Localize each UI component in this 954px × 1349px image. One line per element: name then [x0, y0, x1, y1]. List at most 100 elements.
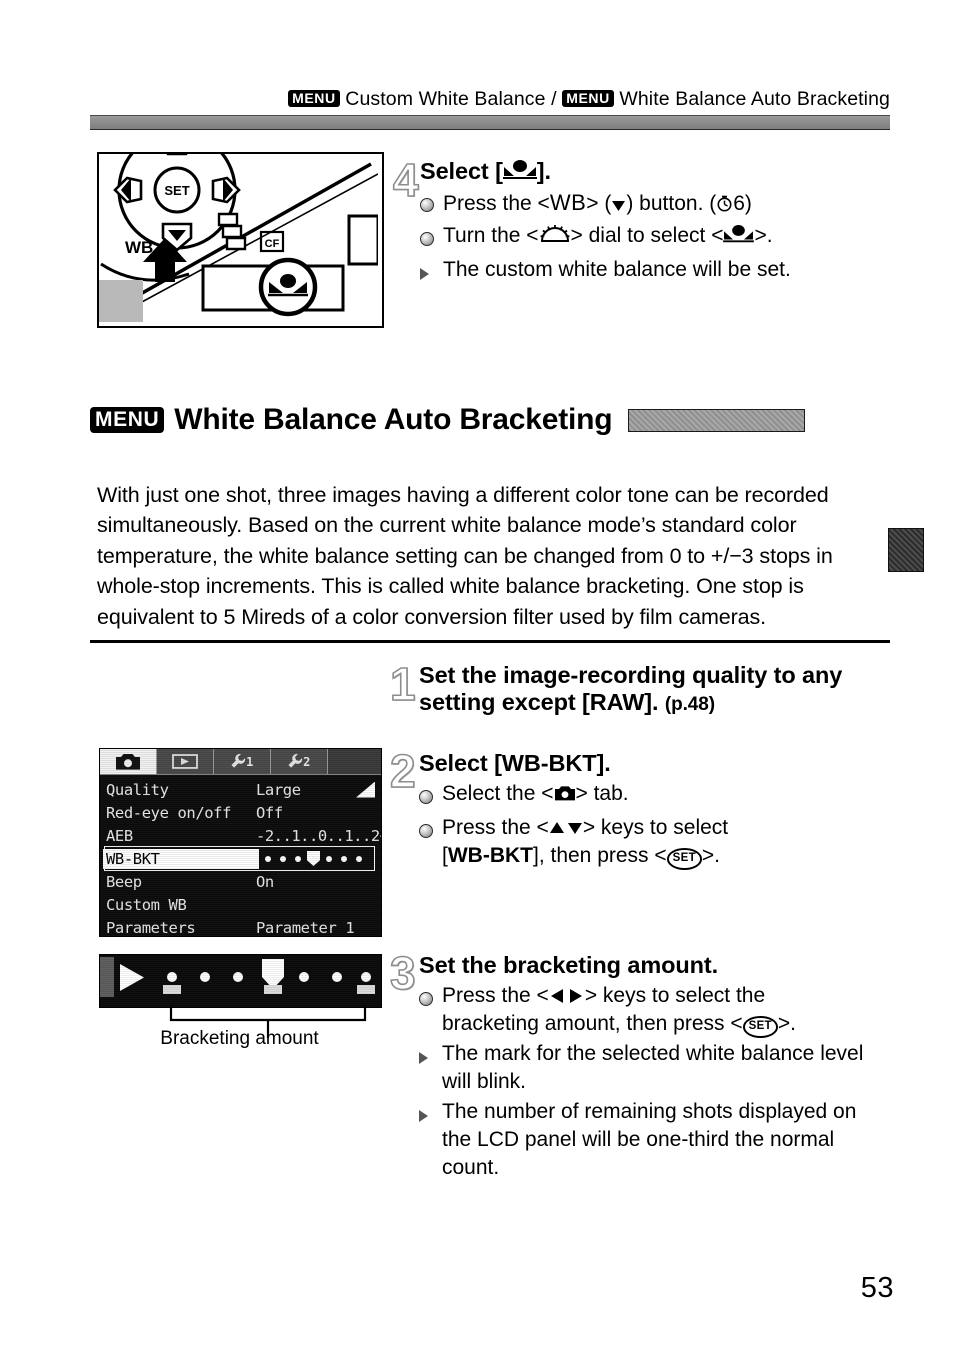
section-decorative-bar	[628, 408, 806, 432]
left-right-arrows-icon	[550, 989, 582, 1004]
lcd-tab-setup1[interactable]: 1	[214, 749, 271, 774]
lcd-tab-playback[interactable]	[157, 749, 214, 774]
step-1-number: 1	[389, 658, 416, 710]
step-3-bullets: Press the < > keys to select the bracketin…	[419, 982, 889, 1181]
step-2-bullet-2: Press the < > keys to select [WB-BKT], the…	[419, 814, 889, 870]
step-4-bullet-3-text: The custom white balance will be set.	[443, 258, 791, 282]
lcd-row-quality[interactable]: Quality Large	[100, 778, 381, 801]
menu-badge-icon-3: MENU	[90, 407, 165, 433]
step-3-bullet-3: The number of remaining shots displayed …	[419, 1098, 889, 1182]
step-2-bullet-1-text: Select the < > tab.	[442, 782, 629, 806]
step-1-block: Set the image-recording quality to any s…	[419, 662, 889, 717]
lcd-row-customwb[interactable]: Custom WB	[100, 893, 381, 916]
bullet-dot-icon-3	[419, 780, 442, 812]
bracketing-amount-figure	[99, 954, 382, 1008]
wb-label: WB	[125, 238, 153, 257]
intro-paragraph: With just one shot, three images having …	[97, 482, 833, 629]
step-4-bullet-1: Press the <WB> () button. (6)	[420, 188, 890, 220]
horizontal-rule	[90, 640, 890, 643]
down-arrow-icon	[612, 201, 626, 212]
self-timer-icon	[717, 196, 732, 212]
lcd-row-redeye[interactable]: Red-eye on/off Off	[100, 801, 381, 824]
lcd-tab-camera[interactable]	[100, 749, 157, 774]
bullet-dot-icon-4	[419, 814, 442, 846]
step-3-bullet-2: The mark for the selected white balance …	[419, 1040, 889, 1096]
header-rule	[90, 115, 890, 130]
step-3-title: Set the bracketing amount.	[419, 952, 719, 978]
bracketing-grain-overlay	[100, 955, 381, 1007]
step-4-bullet-1-text: Press the <WB> () button. (6)	[443, 190, 752, 216]
lcd-row-quality-label: Quality	[106, 780, 169, 799]
wrench-icon	[231, 753, 246, 768]
step-2-bullet-2-text: Press the < > keys to select [WB-BKT], the…	[442, 814, 889, 870]
main-dial-icon	[539, 225, 570, 243]
lcd-row-aeb[interactable]: AEB -2..1..0..1..2+	[100, 824, 381, 847]
step-4-number: 4	[392, 154, 419, 206]
running-header: MENU Custom White Balance / MENU White B…	[90, 86, 890, 112]
step-4-bullet-2-text: Turn the < > dial to select < >.	[443, 224, 773, 248]
set-button-icon-2: SET	[742, 1016, 778, 1038]
step-4-block: Select []. Press the <WB> () button. (6)…	[420, 158, 890, 288]
lcd-row-quality-value: Large	[256, 780, 301, 799]
lcd-row-parameters[interactable]: Parameters Parameter 1	[100, 916, 381, 937]
lcd-row-parameters-label: Parameters	[106, 918, 196, 937]
margin-index-tab	[888, 528, 924, 572]
lcd-row-beep-label: Beep	[106, 872, 142, 891]
camera-icon	[116, 753, 140, 770]
bullet-triangle-icon	[420, 256, 443, 288]
step-2-title: Select [WB-BKT].	[419, 750, 611, 776]
step-2-number: 2	[389, 745, 416, 797]
manual-page: MENU Custom White Balance / MENU White B…	[0, 0, 954, 1349]
menu-badge-icon-2: MENU	[562, 89, 614, 107]
bullet-triangle-icon-2	[419, 1040, 442, 1072]
step-3-bullet-2-text: The mark for the selected white balance …	[442, 1042, 864, 1094]
step-2-bullet-1: Select the < > tab.	[419, 780, 889, 812]
bracketing-amount-caption: Bracketing amount	[160, 1028, 319, 1049]
lcd-row-parameters-value: Parameter 1	[256, 918, 355, 937]
lcd-row-beep[interactable]: Beep On	[100, 870, 381, 893]
svg-text:CF: CF	[265, 238, 280, 250]
lcd-row-redeye-value: Off	[256, 803, 283, 822]
svg-text:SET: SET	[164, 183, 189, 198]
page-number: 53	[860, 1272, 894, 1304]
step-4-bullet-3: The custom white balance will be set.	[420, 256, 890, 288]
step-3-bullet-1-text: Press the < > keys to select the bracketin…	[442, 982, 889, 1038]
lcd-tab-setup2-label: 2	[303, 754, 311, 769]
step-2-bullets: Select the < > tab. Press the < > keys to …	[419, 780, 889, 870]
lcd-row-aeb-label: AEB	[106, 826, 133, 845]
running-header-text: MENU Custom White Balance / MENU White B…	[288, 88, 890, 111]
camera-tab-icon	[554, 786, 575, 801]
bullet-dot-icon-5	[419, 982, 442, 1014]
lcd-row-redeye-label: Red-eye on/off	[106, 803, 232, 822]
section-title: White Balance Auto Bracketing	[174, 403, 613, 436]
set-button-icon: SET	[666, 848, 702, 870]
lcd-row-beep-value: On	[256, 872, 274, 891]
custom-white-balance-icon-2	[723, 225, 755, 243]
header-separator: /	[551, 87, 557, 110]
illustration-svg: SET WB CF	[99, 154, 378, 322]
playback-icon	[172, 754, 198, 769]
step-2-block: Select [WB-BKT]. Select the < > tab. Pres…	[419, 750, 889, 870]
custom-white-balance-icon	[502, 160, 537, 179]
bullet-dot-icon-2	[420, 222, 443, 254]
step-1-page-ref: (p.48)	[664, 694, 715, 716]
bullet-triangle-icon-3	[419, 1098, 442, 1130]
step-4-title-post: ].	[536, 158, 551, 184]
header-right-title: White Balance Auto Bracketing	[619, 87, 890, 110]
step-4-title-pre: Select [	[420, 158, 503, 184]
step-4-bullets: Press the <WB> () button. (6) Turn the <…	[420, 188, 890, 288]
step-4-title: Select [].	[420, 158, 890, 185]
lcd-tab-setup2[interactable]: 2	[271, 749, 328, 774]
up-down-arrows-icon	[549, 822, 582, 835]
lcd-setting-rows: Quality Large Red-eye on/off Off AEB -2.…	[100, 775, 381, 937]
lcd-tab-bar: 1 2	[100, 749, 381, 775]
step-3-bullet-1: Press the < > keys to select the bracketin…	[419, 982, 889, 1038]
step-3-block: Set the bracketing amount. Press the < > …	[419, 952, 889, 1182]
bullet-dot-icon	[420, 188, 443, 220]
lcd-selection-box	[104, 846, 375, 871]
camera-back-dial-illustration: SET WB CF	[97, 152, 384, 328]
wrench-icon-2	[288, 753, 303, 768]
step-1-title: Set the image-recording quality to any s…	[419, 662, 889, 717]
header-left-title: Custom White Balance	[345, 87, 546, 110]
step-4-bullet-2: Turn the < > dial to select < >.	[420, 222, 890, 254]
